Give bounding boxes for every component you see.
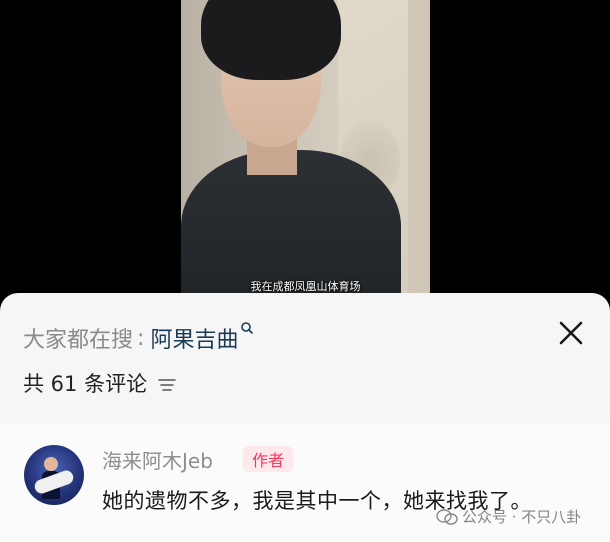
video-player[interactable]: 我在成都凤凰山体育场	[0, 0, 610, 300]
comment-sheet: 大家都在搜 : 阿果吉曲 共 61 条评论 海来阿木Jeb 作者 她的遗物不多，…	[0, 293, 610, 542]
search-icon[interactable]	[240, 321, 254, 339]
comment-count: 共 61 条评论	[23, 372, 148, 396]
trending-search-colon: :	[137, 325, 145, 351]
video-subtitle: 我在成都凤凰山体育场	[250, 280, 361, 293]
comment-count-row: 共 61 条评论	[23, 368, 177, 398]
trending-search: 大家都在搜 : 阿果吉曲	[23, 321, 254, 354]
trending-search-label: 大家都在搜	[23, 328, 134, 353]
sort-icon[interactable]	[157, 377, 177, 393]
avatar[interactable]	[24, 445, 84, 505]
video-person-hair	[201, 0, 341, 80]
trending-search-term[interactable]: 阿果吉曲	[150, 322, 238, 354]
close-icon[interactable]	[556, 318, 586, 348]
video-frame[interactable]: 我在成都凤凰山体育场	[181, 0, 430, 300]
avatar-figure-head	[44, 457, 58, 471]
comment-username[interactable]: 海来阿木Jeb	[102, 445, 213, 474]
wechat-icon	[436, 508, 458, 525]
watermark: 公众号 · 不只八卦	[436, 506, 581, 527]
watermark-text: 公众号 · 不只八卦	[462, 508, 582, 526]
author-badge: 作者	[243, 446, 294, 472]
